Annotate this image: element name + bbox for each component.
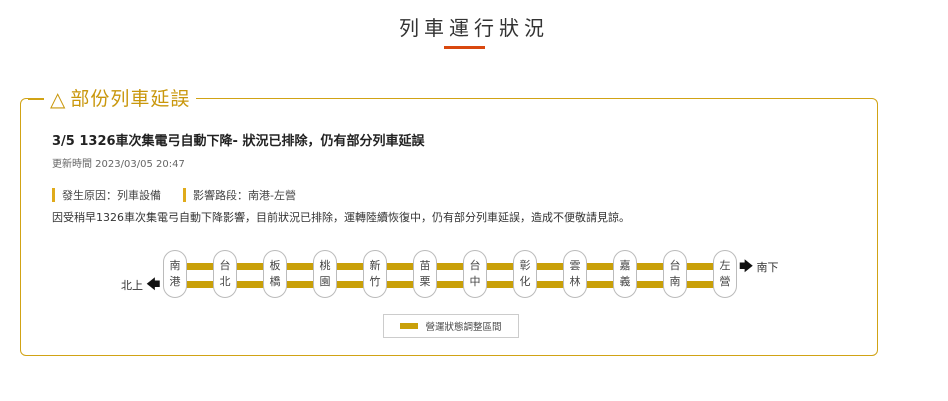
tag-marker (183, 188, 186, 202)
alert-description: 因受稍早1326車次集電弓自動下降影響，目前狀況已排除，運轉陸續恢復中，仍有部分… (52, 211, 630, 224)
affected-section-tag: 影響路段：南港-左營 (183, 187, 296, 203)
tag-marker (52, 188, 55, 202)
affected-section-text: 影響路段：南港-左營 (193, 189, 296, 202)
update-time: 更新時間 2023/03/05 20:47 (52, 159, 185, 170)
southbound-label: 🡆 南下 (739, 259, 778, 275)
legend-label: 營運狀態調整區間 (425, 322, 502, 333)
arrow-left-icon: 🡄 (146, 277, 161, 293)
warning-triangle-icon: △ (50, 87, 67, 111)
alert-tags: 發生原因：列車設備 影響路段：南港-左營 (52, 187, 296, 203)
alert-legend-title: 部份列車延誤 (70, 88, 191, 110)
southbound-text: 南下 (756, 261, 779, 274)
cause-text: 發生原因：列車設備 (62, 189, 161, 202)
northbound-text: 北上 (121, 279, 143, 292)
arrow-right-icon: 🡆 (739, 259, 754, 275)
alert-legend: △ 部份列車延誤 (44, 86, 197, 112)
cause-tag: 發生原因：列車設備 (52, 187, 161, 203)
title-underline (444, 46, 485, 49)
legend-swatch (400, 323, 419, 329)
page-title: 列車運行狀況 (399, 16, 549, 40)
alert-headline: 3/5 1326車次集電弓自動下降- 狀況已排除，仍有部分列車延誤 (52, 134, 425, 149)
northbound-label: 北上 🡄 (121, 277, 160, 293)
map-legend: 營運狀態調整區間 (383, 314, 519, 338)
